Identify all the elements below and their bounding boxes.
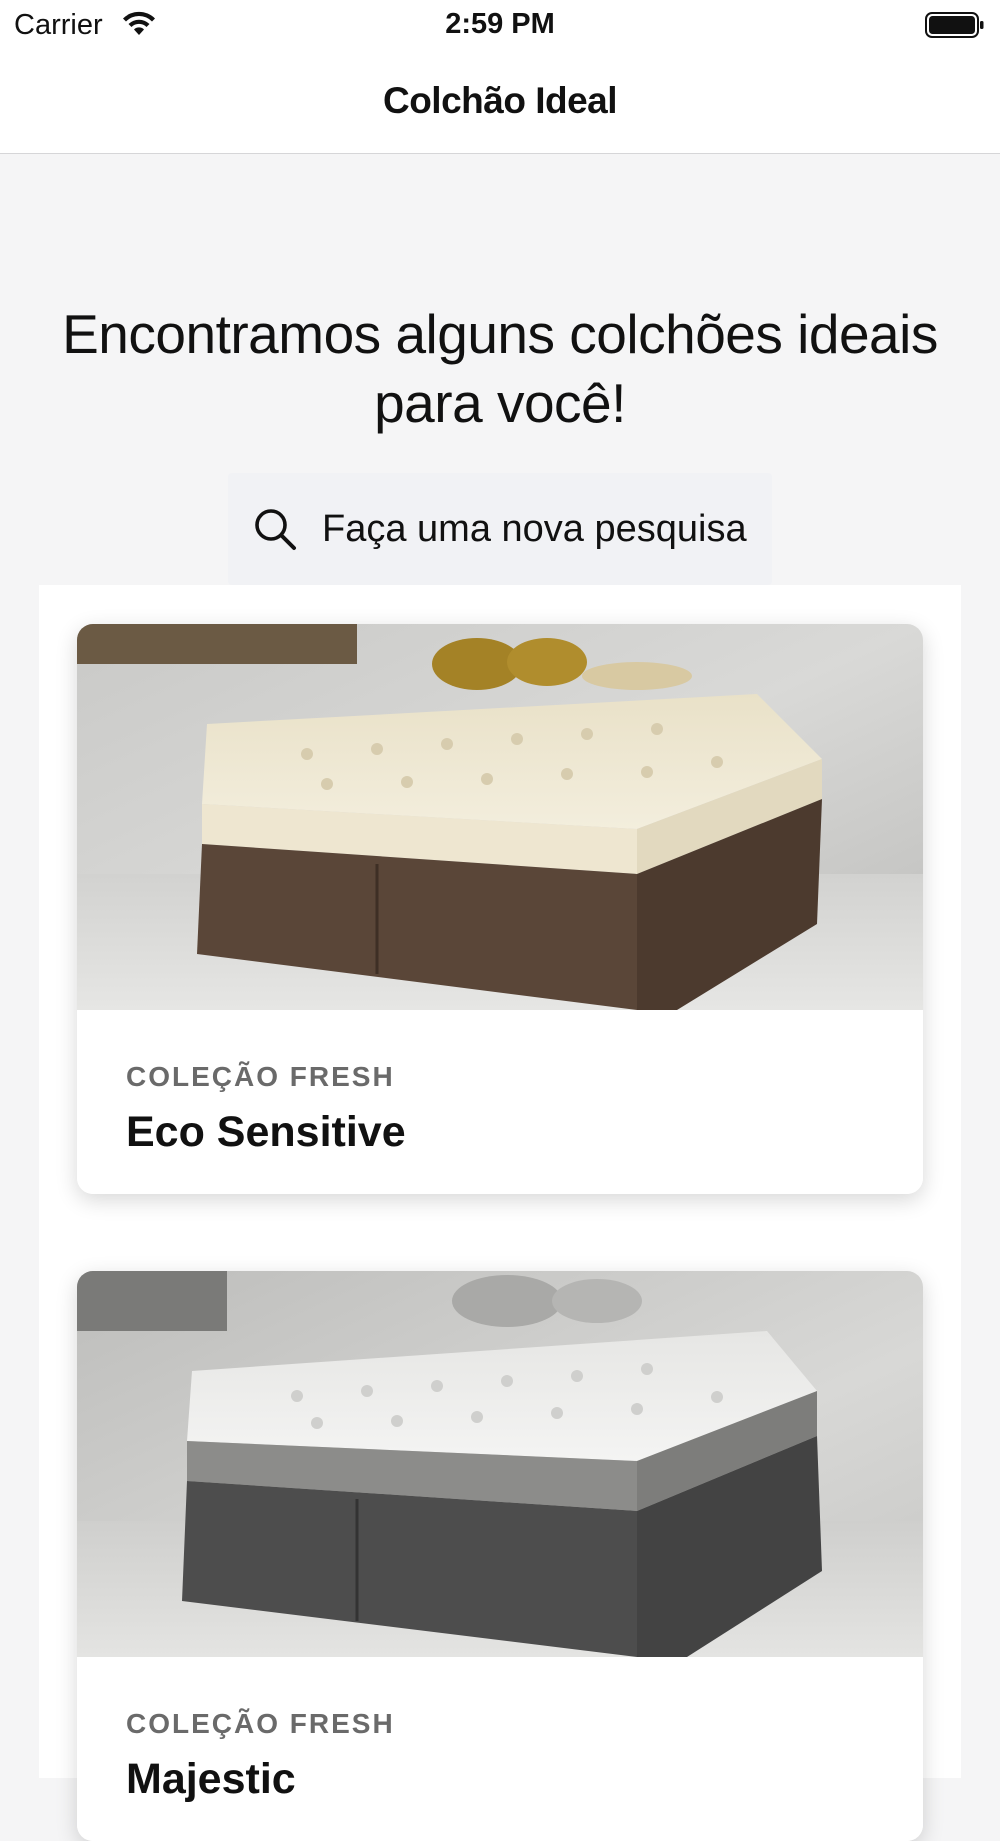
results-headline: Encontramos alguns colchões ideais para … (62, 303, 938, 434)
product-card[interactable]: COLEÇÃO FRESH Majestic (77, 1271, 923, 1841)
product-image (77, 1271, 923, 1657)
new-search-button[interactable]: Faça uma nova pesquisa (228, 473, 772, 585)
nav-title: Colchão Ideal (382, 80, 618, 121)
battery-icon (925, 12, 984, 38)
clock: 2:59 PM (445, 8, 555, 40)
product-collection: COLEÇÃO FRESH (126, 1061, 395, 1092)
product-name: Eco Sensitive (126, 1108, 406, 1156)
navigation-bar: Colchão Ideal (0, 50, 1000, 154)
product-name: Majestic (126, 1755, 296, 1803)
product-card-body: COLEÇÃO FRESH Majestic (77, 1657, 923, 1841)
product-card[interactable]: COLEÇÃO FRESH Eco Sensitive (77, 624, 923, 1194)
status-bar: Carrier 2:59 PM (0, 0, 1000, 50)
product-card-body: COLEÇÃO FRESH Eco Sensitive (77, 1010, 923, 1194)
product-collection: COLEÇÃO FRESH (126, 1708, 395, 1739)
product-image (77, 624, 923, 1010)
search-icon (255, 509, 296, 550)
new-search-label: Faça uma nova pesquisa (322, 507, 747, 550)
